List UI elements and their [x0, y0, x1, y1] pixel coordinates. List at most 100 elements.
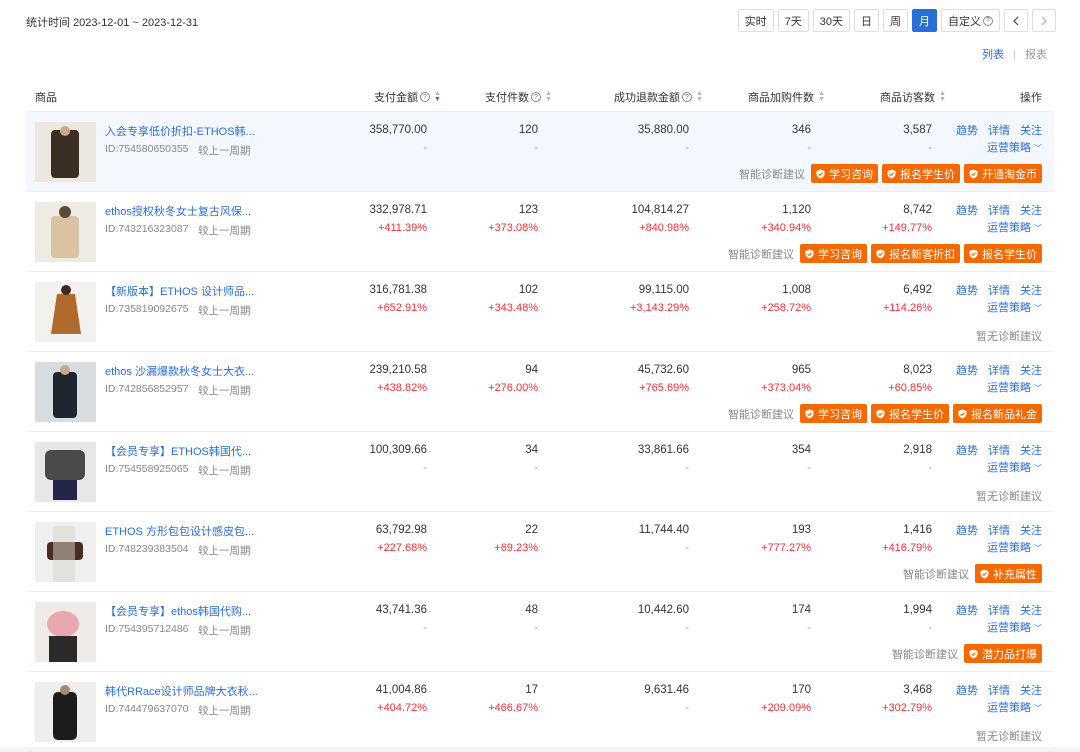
range-7d-button[interactable]: 7天: [777, 9, 809, 32]
range-realtime-button[interactable]: 实时: [737, 9, 774, 32]
shield-icon: [969, 249, 978, 258]
compare-label: 较上一周期: [198, 145, 251, 157]
no-diagnosis-label: 暂无诊断建议: [976, 491, 1042, 503]
follow-link[interactable]: 关注: [1020, 362, 1042, 378]
product-thumbnail[interactable]: [35, 282, 96, 342]
strategy-dropdown[interactable]: 运营策略 ﹀: [952, 219, 1042, 235]
pay-amount-change: -: [423, 462, 427, 474]
product-thumbnail[interactable]: [35, 682, 96, 742]
range-month-button[interactable]: 月: [912, 9, 937, 32]
detail-link[interactable]: 详情: [988, 522, 1010, 538]
sort-icon[interactable]: ▲ ▼: [818, 90, 825, 103]
chevron-down-icon: ﹀: [1034, 144, 1042, 153]
pay-amount-value: 100,309.66: [369, 444, 427, 456]
col-refund-amount[interactable]: 成功退款金额 ? ▲ ▼: [614, 89, 703, 105]
col-pay-amount[interactable]: 支付金额 ? ▲ ▼: [374, 89, 441, 105]
col-cart-count[interactable]: 商品加购件数 ▲ ▼: [748, 89, 825, 105]
product-title-link[interactable]: ethos授权秋冬女士复古风保...: [105, 203, 251, 219]
follow-link[interactable]: 关注: [1020, 122, 1042, 138]
product-thumbnail[interactable]: [35, 442, 96, 502]
shield-icon: [958, 409, 967, 418]
trend-link[interactable]: 趋势: [956, 442, 978, 458]
trend-link[interactable]: 趋势: [956, 602, 978, 618]
diagnosis-tag-button[interactable]: 报名学生价: [964, 244, 1042, 263]
product-title-link[interactable]: 【会员专享】ETHOS韩国代...: [105, 443, 251, 459]
col-pay-count[interactable]: 支付件数 ? ▲ ▼: [485, 89, 552, 105]
follow-link[interactable]: 关注: [1020, 202, 1042, 218]
trend-link[interactable]: 趋势: [956, 362, 978, 378]
strategy-dropdown[interactable]: 运营策略 ﹀: [952, 139, 1042, 155]
follow-link[interactable]: 关注: [1020, 602, 1042, 618]
follow-link[interactable]: 关注: [1020, 282, 1042, 298]
sort-icon[interactable]: ▲ ▼: [545, 90, 552, 103]
sort-icon[interactable]: ▲ ▼: [434, 90, 441, 103]
sort-icon[interactable]: ▲ ▼: [696, 90, 703, 103]
follow-link[interactable]: 关注: [1020, 442, 1042, 458]
compare-label: 较上一周期: [198, 465, 251, 477]
shield-icon: [816, 169, 825, 178]
visitors-change: +60.85%: [888, 382, 932, 394]
view-list-link[interactable]: 列表: [982, 49, 1004, 61]
trend-link[interactable]: 趋势: [956, 122, 978, 138]
refund-amount-change: -: [685, 142, 689, 154]
product-thumbnail[interactable]: [35, 202, 96, 262]
visitors-value: 3,587: [903, 124, 932, 136]
detail-link[interactable]: 详情: [988, 202, 1010, 218]
detail-link[interactable]: 详情: [988, 122, 1010, 138]
trend-link[interactable]: 趋势: [956, 202, 978, 218]
product-title-link[interactable]: ETHOS 方形包包设计感皮包...: [105, 523, 254, 539]
detail-link[interactable]: 详情: [988, 282, 1010, 298]
product-thumbnail[interactable]: [35, 522, 96, 582]
prev-period-button[interactable]: [1004, 9, 1028, 32]
time-range-selector: 实时 7天 30天 日 周 月 自定义 ?: [737, 9, 1056, 32]
follow-link[interactable]: 关注: [1020, 682, 1042, 698]
pay-count-value: 120: [518, 124, 538, 136]
refund-amount-value: 45,732.60: [637, 364, 689, 376]
refund-amount-change: -: [685, 702, 689, 714]
trend-link[interactable]: 趋势: [956, 282, 978, 298]
strategy-dropdown[interactable]: 运营策略 ﹀: [952, 619, 1042, 635]
diagnosis-tag-button[interactable]: 报名新客折扣: [871, 244, 960, 263]
diagnosis-tag-button[interactable]: 学习咨询: [800, 404, 867, 423]
cart-count-value: 174: [791, 604, 811, 616]
product-thumbnail[interactable]: [35, 122, 96, 182]
refund-amount-change: -: [685, 542, 689, 554]
diagnosis-tag-button[interactable]: 潜力品打爆: [964, 644, 1042, 663]
detail-link[interactable]: 详情: [988, 362, 1010, 378]
product-thumbnail[interactable]: [35, 362, 96, 422]
detail-link[interactable]: 详情: [988, 442, 1010, 458]
trend-link[interactable]: 趋势: [956, 682, 978, 698]
diagnosis-suggestions: 智能诊断建议 学习咨询 报名学生价 开通淘金币: [739, 164, 1042, 183]
strategy-dropdown[interactable]: 运营策略 ﹀: [952, 379, 1042, 395]
follow-link[interactable]: 关注: [1020, 522, 1042, 538]
product-title-link[interactable]: 【会员专享】ethos韩国代购...: [105, 603, 251, 619]
col-visitors[interactable]: 商品访客数 ▲ ▼: [880, 89, 946, 105]
product-title-link[interactable]: ethos 沙漏爆款秋冬女士大衣...: [105, 363, 254, 379]
next-period-button[interactable]: [1032, 9, 1056, 32]
strategy-dropdown[interactable]: 运营策略 ﹀: [952, 299, 1042, 315]
diagnosis-tag-button[interactable]: 开通淘金币: [964, 164, 1042, 183]
range-30d-button[interactable]: 30天: [812, 9, 850, 32]
product-thumbnail[interactable]: [35, 602, 96, 662]
diagnosis-tag-button[interactable]: 学习咨询: [800, 244, 867, 263]
diagnosis-tag-button[interactable]: 学习咨询: [811, 164, 878, 183]
strategy-dropdown[interactable]: 运营策略 ﹀: [952, 539, 1042, 555]
diagnosis-tag-button[interactable]: 补充属性: [975, 564, 1042, 583]
detail-link[interactable]: 详情: [988, 682, 1010, 698]
range-custom-button[interactable]: 自定义 ?: [941, 9, 1000, 32]
diagnosis-tag-button[interactable]: 报名学生价: [882, 164, 960, 183]
product-title-link[interactable]: 【新版本】ETHOS 设计师品...: [105, 283, 254, 299]
trend-link[interactable]: 趋势: [956, 522, 978, 538]
detail-link[interactable]: 详情: [988, 602, 1010, 618]
range-day-button[interactable]: 日: [854, 9, 879, 32]
product-title-link[interactable]: 韩代RRace设计师品牌大衣秋...: [105, 683, 258, 699]
strategy-dropdown[interactable]: 运营策略 ﹀: [952, 699, 1042, 715]
strategy-dropdown[interactable]: 运营策略 ﹀: [952, 459, 1042, 475]
view-report-link[interactable]: 报表: [1025, 49, 1047, 61]
sort-icon[interactable]: ▲ ▼: [939, 90, 946, 103]
no-diagnosis-label: 暂无诊断建议: [976, 731, 1042, 743]
product-title-link[interactable]: 入会专享低价折扣-ETHOS韩...: [105, 123, 255, 139]
diagnosis-tag-button[interactable]: 报名新品礼金: [953, 404, 1042, 423]
range-week-button[interactable]: 周: [883, 9, 908, 32]
diagnosis-tag-button[interactable]: 报名学生价: [871, 404, 949, 423]
